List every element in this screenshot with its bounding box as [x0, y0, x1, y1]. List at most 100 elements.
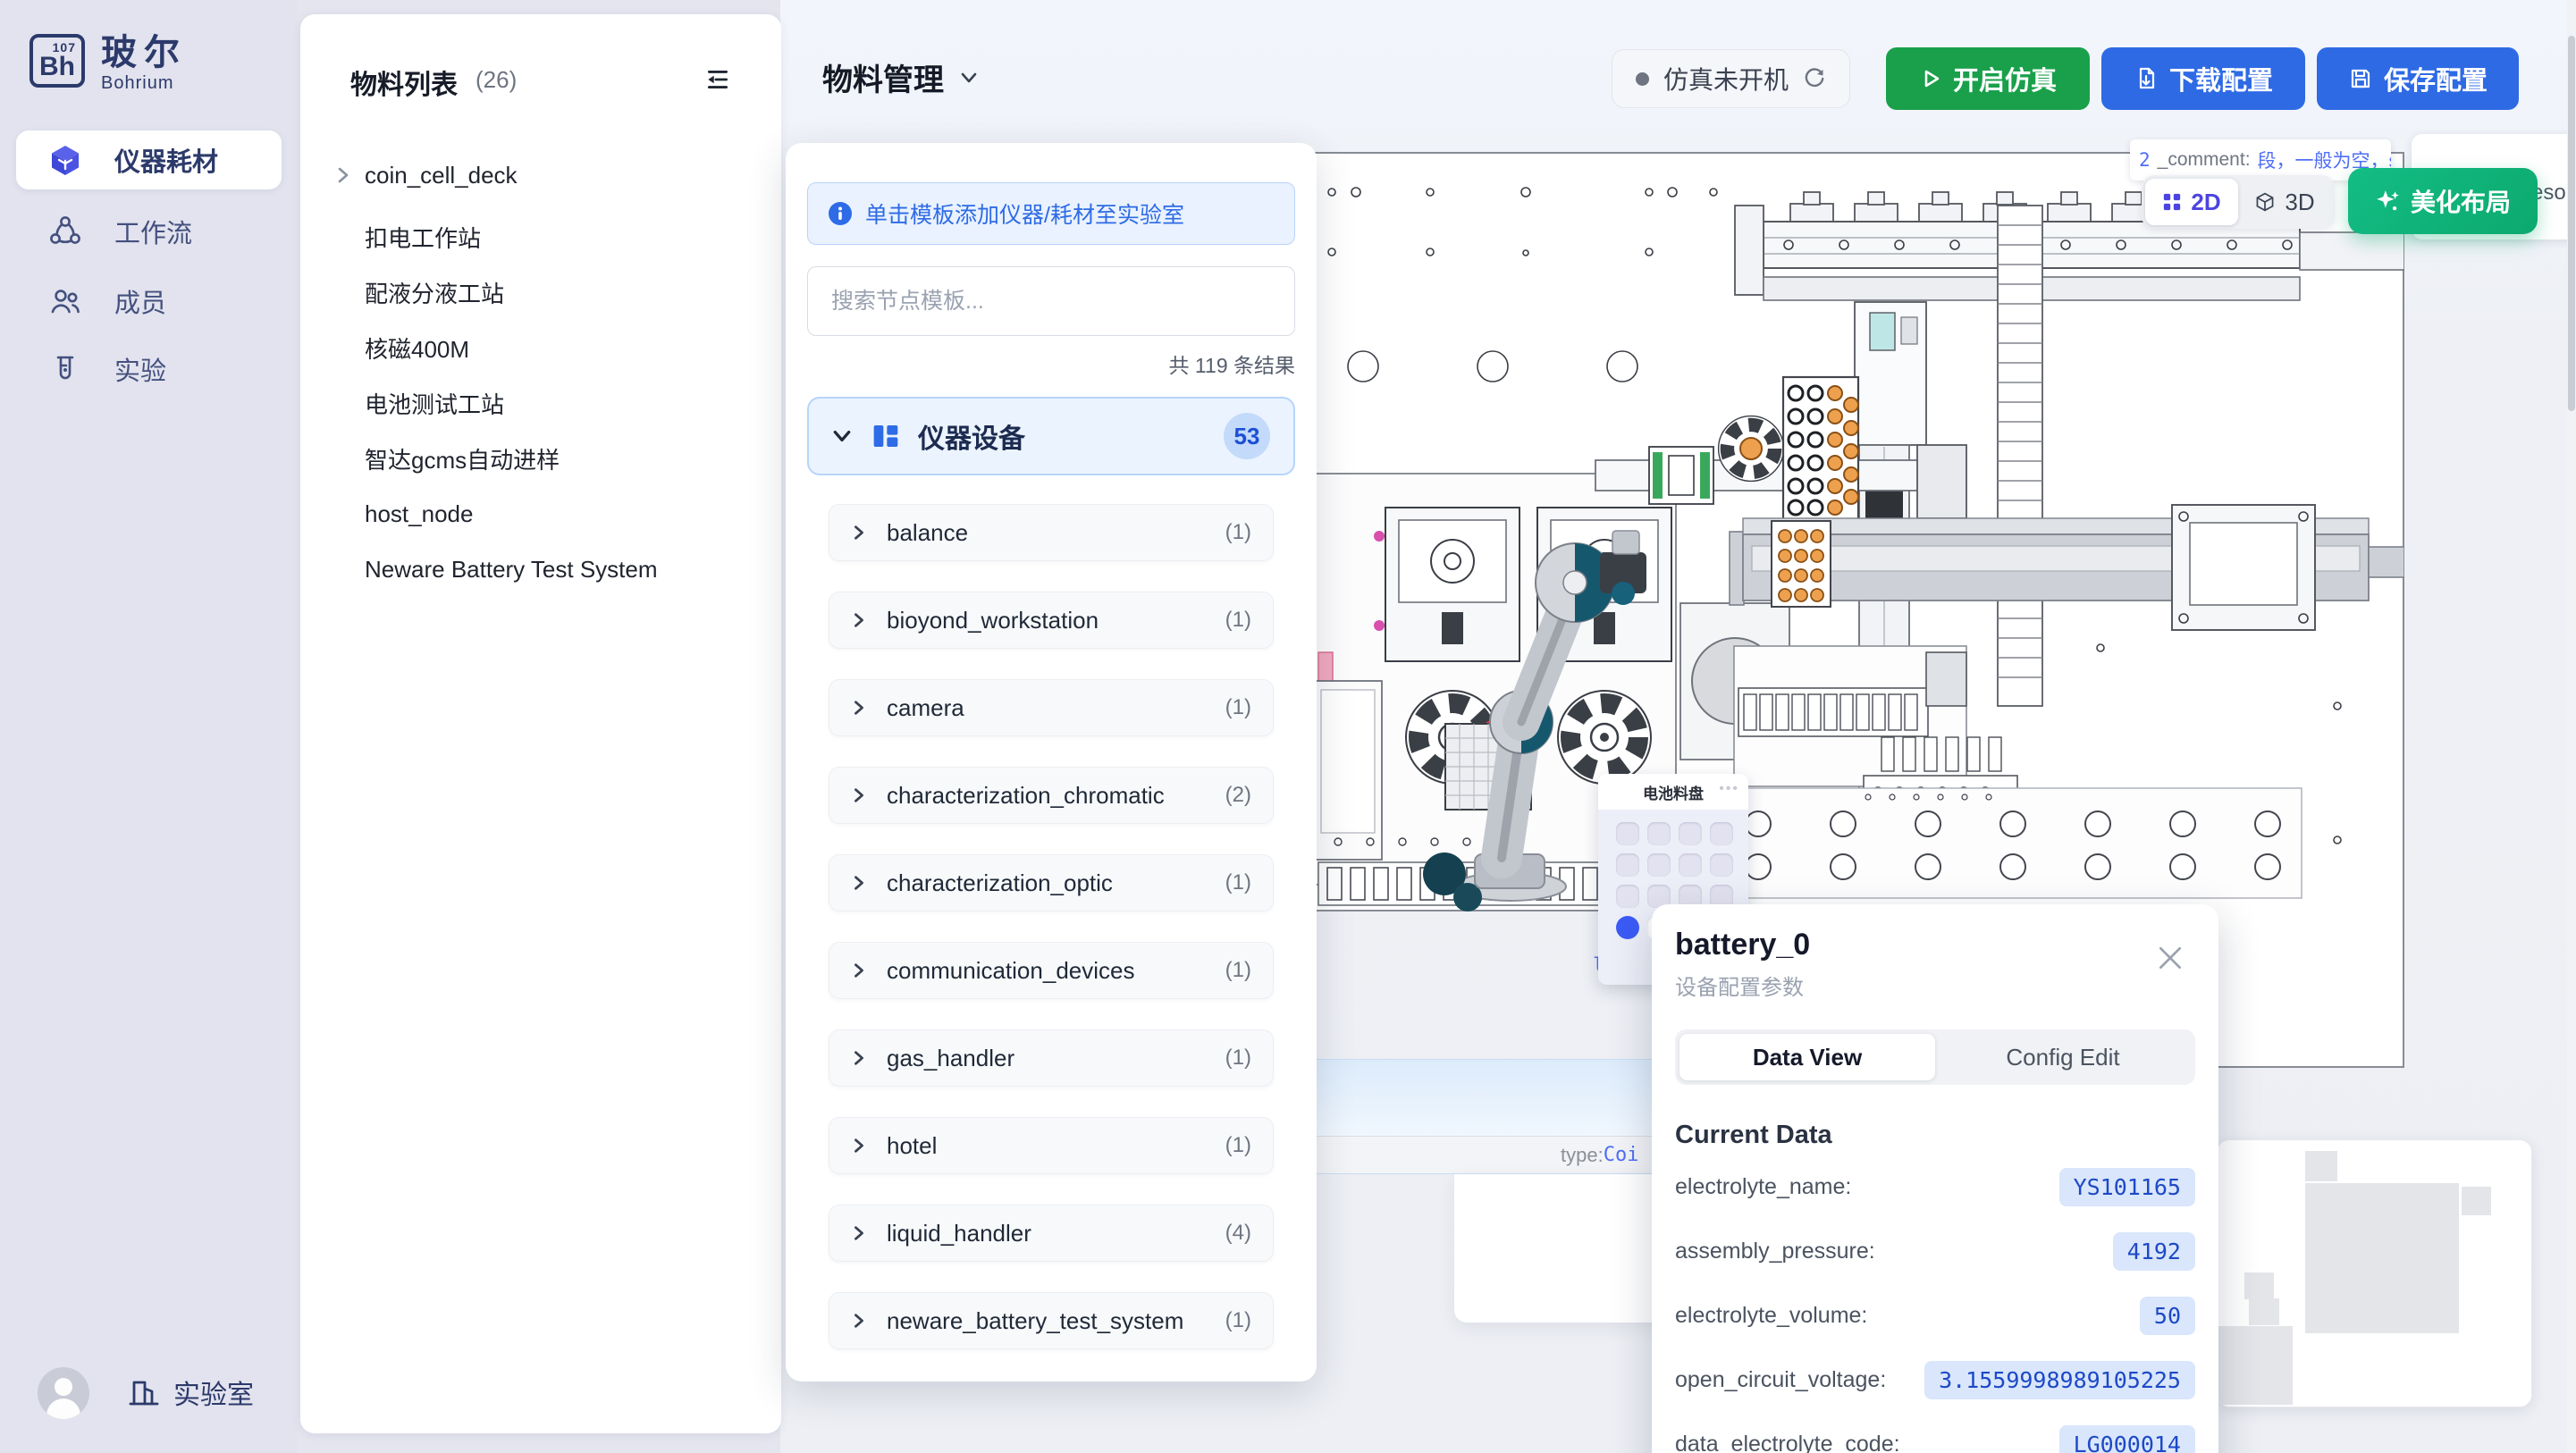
data-row-electrolyte-volume: electrolyte_volume: 50 [1675, 1293, 2195, 1338]
sidebar-item-workflow[interactable]: 工作流 [16, 202, 282, 261]
start-simulation-button[interactable]: 开启仿真 [1886, 47, 2090, 110]
data-value: YS101165 [2059, 1168, 2195, 1206]
collapse-panel-icon[interactable] [704, 66, 731, 93]
chevron-right-icon [851, 1050, 867, 1066]
button-label: 保存配置 [2384, 60, 2488, 97]
play-icon [1919, 67, 1942, 90]
template-item-bioyond-workstation[interactable]: bioyond_workstation (1) [829, 592, 1274, 649]
avatar[interactable] [38, 1367, 89, 1419]
item-label: neware_battery_test_system [887, 1307, 1183, 1335]
sidebar: 107 Bh 玻尔 Bohrium 仪器耗材 工作流 [0, 0, 298, 1453]
lab-switcher[interactable]: 实验室 [127, 1373, 254, 1412]
search-input[interactable] [807, 266, 1295, 336]
save-icon [2348, 66, 2373, 91]
brand-logo: 107 Bh 玻尔 Bohrium [29, 34, 187, 94]
save-config-button[interactable]: 保存配置 [2317, 47, 2519, 110]
material-item[interactable]: 智达gcms自动进样 [333, 439, 749, 478]
result-count: 共 119 条结果 [807, 349, 1295, 375]
lab-label: 实验室 [173, 1373, 254, 1412]
chevron-right-icon [851, 962, 867, 978]
item-count: (1) [1225, 608, 1251, 633]
sidebar-footer: 实验室 [0, 1365, 298, 1428]
material-item[interactable]: host_node [333, 494, 749, 533]
material-item[interactable]: 核磁400M [333, 328, 749, 367]
devices-grid-icon [871, 422, 900, 450]
scrollbar[interactable] [2567, 0, 2576, 1453]
page-title-dropdown[interactable]: 物料管理 [822, 55, 980, 99]
item-label: communication_devices [887, 957, 1134, 985]
sidebar-item-experiments[interactable]: 实验 [16, 340, 282, 399]
template-item-neware-battery-test-system[interactable]: neware_battery_test_system (1) [829, 1292, 1274, 1349]
tray-slot[interactable] [1616, 885, 1639, 908]
material-item-coin-cell-deck[interactable]: coin_cell_deck [333, 155, 749, 195]
tray-slot[interactable] [1616, 853, 1639, 877]
detail-subtitle: 设备配置参数 [1675, 970, 2195, 1001]
sidebar-item-members[interactable]: 成员 [16, 272, 282, 331]
detail-tabs: Data View Config Edit [1675, 1029, 2195, 1085]
group-instrument-devices[interactable]: 仪器设备 53 [807, 397, 1295, 475]
tray-slot[interactable] [1616, 822, 1639, 845]
template-item-communication-devices[interactable]: communication_devices (1) [829, 942, 1274, 999]
material-item[interactable]: 配液分液工站 [333, 273, 749, 312]
template-item-balance[interactable]: balance (1) [829, 504, 1274, 561]
tray-slot[interactable] [1647, 853, 1671, 877]
item-count: (1) [1225, 1308, 1251, 1333]
template-item-gas-handler[interactable]: gas_handler (1) [829, 1029, 1274, 1087]
tray-slot[interactable] [1710, 822, 1733, 845]
comment-key: _comment: [2158, 149, 2251, 171]
data-value: 4192 [2113, 1232, 2195, 1271]
template-item-liquid-handler[interactable]: liquid_handler (4) [829, 1205, 1274, 1262]
logo-symbol: Bh [39, 52, 75, 82]
data-key: electrolyte_name: [1675, 1174, 1851, 1200]
tray-menu-icon[interactable]: ••• [1719, 781, 1739, 797]
data-key: open_circuit_voltage: [1675, 1367, 1886, 1393]
data-key: assembly_pressure: [1675, 1239, 1875, 1264]
view-2d-tab[interactable]: 2D [2145, 179, 2238, 225]
beautify-layout-button[interactable]: 美化布局 [2348, 168, 2538, 234]
tab-config-edit[interactable]: Config Edit [1935, 1034, 2191, 1080]
view-mode-toggle: 2D 3D [2142, 175, 2335, 229]
detail-title: battery_0 [1675, 928, 2195, 962]
material-item-label: 智达gcms自动进样 [365, 442, 560, 475]
template-item-characterization-optic[interactable]: characterization_optic (1) [829, 854, 1274, 911]
node-type-value: Coi [1604, 1144, 1639, 1166]
material-item[interactable]: 电池测试工站 [333, 383, 749, 423]
item-label: characterization_chromatic [887, 782, 1165, 810]
chevron-right-icon [851, 525, 867, 541]
material-item-label: 配液分液工站 [365, 276, 504, 309]
view-3d-tab[interactable]: 3D [2238, 179, 2331, 225]
chevron-right-icon [851, 612, 867, 628]
material-item[interactable]: Neware Battery Test System [333, 550, 749, 589]
template-item-camera[interactable]: camera (1) [829, 679, 1274, 736]
simulation-status-badge[interactable]: 仿真未开机 [1612, 49, 1850, 108]
item-label: hotel [887, 1132, 937, 1160]
chevron-right-icon [851, 1138, 867, 1154]
comment-prefix: 2 [2139, 149, 2151, 171]
tray-slot[interactable] [1647, 822, 1671, 845]
view-3d-label: 3D [2285, 189, 2314, 216]
tray-slot[interactable] [1679, 853, 1702, 877]
item-count: (1) [1225, 958, 1251, 983]
beautify-label: 美化布局 [2411, 183, 2511, 219]
material-item-label: Neware Battery Test System [365, 556, 658, 584]
button-label: 下载配置 [2169, 60, 2273, 97]
scrollbar-thumb[interactable] [2568, 36, 2575, 411]
download-config-button[interactable]: 下载配置 [2101, 47, 2305, 110]
minimap[interactable] [2217, 1139, 2532, 1407]
material-item-label: 核磁400M [365, 332, 469, 365]
template-item-characterization-chromatic[interactable]: characterization_chromatic (2) [829, 767, 1274, 824]
template-hint-banner: 单击模板添加仪器/耗材至实验室 [807, 182, 1295, 245]
material-item[interactable]: 扣电工作站 [333, 217, 749, 256]
close-icon[interactable] [2156, 944, 2185, 972]
tab-data-view[interactable]: Data View [1679, 1034, 1935, 1080]
tray-slot-battery-0-selected[interactable] [1616, 916, 1639, 939]
material-item-label: 扣电工作站 [365, 221, 481, 254]
template-item-hotel[interactable]: hotel (1) [829, 1117, 1274, 1174]
data-row-data-electrolyte-code: data_electrolyte_code: LG000014 [1675, 1422, 2195, 1453]
refresh-icon[interactable] [1803, 67, 1826, 90]
tray-slot[interactable] [1710, 853, 1733, 877]
sidebar-item-instruments[interactable]: 仪器耗材 [16, 130, 282, 189]
material-list-panel: 物料列表 (26) coin_cell_deck 扣电工作站 配液分液工站 核磁… [300, 14, 781, 1433]
material-list-title: 物料列表 [350, 63, 458, 102]
tray-slot[interactable] [1679, 822, 1702, 845]
